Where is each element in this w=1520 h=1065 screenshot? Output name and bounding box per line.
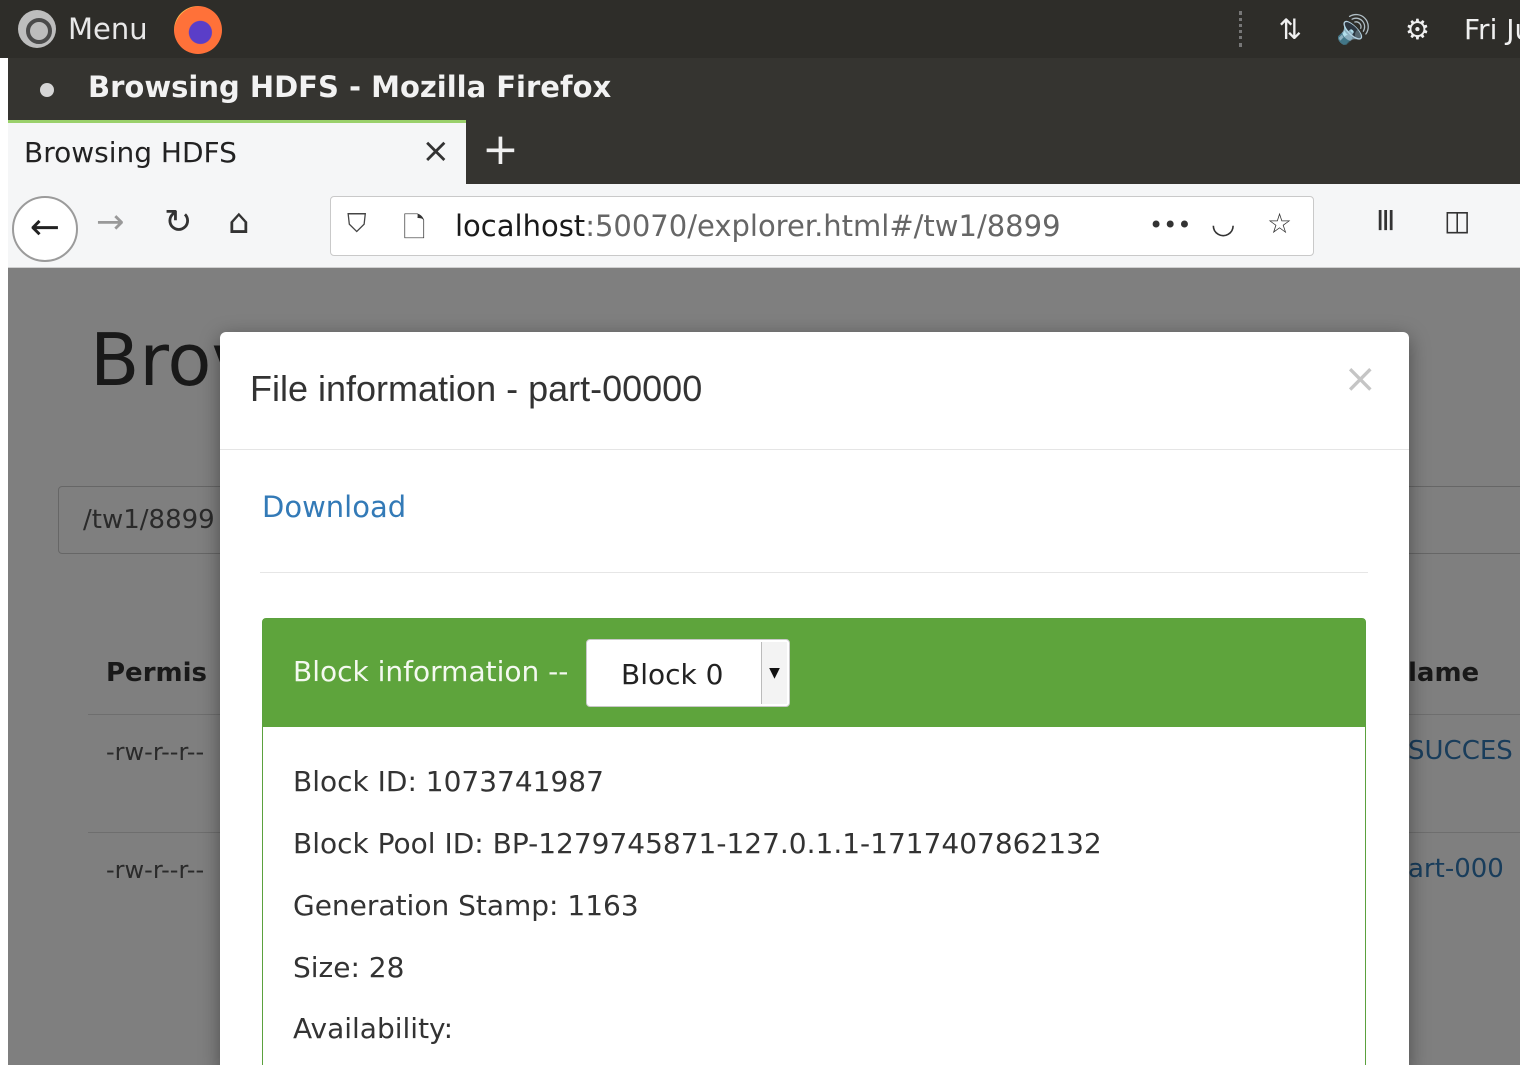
block-size: Size: 28 [293,951,405,984]
block-panel-label: Block information -- [293,655,569,688]
reload-button[interactable]: ↻ [164,202,193,242]
generation-stamp: Generation Stamp: 1163 [293,889,639,922]
tab-close-icon[interactable]: × [422,131,451,171]
system-indicators: ⇅ 🔊 ⚙ Fri Jun [1238,0,1520,58]
window-menu-dot-icon[interactable] [40,83,54,97]
url-path: :50070/explorer.html#/tw1/8899 [585,209,1061,243]
tab-browsing-hdfs[interactable]: Browsing HDFS × [8,120,466,184]
block-information-panel: Block information -- Block 0 ▼ Block ID:… [262,618,1366,1065]
url-text[interactable]: localhost:50070/explorer.html#/tw1/8899 [455,209,1061,243]
network-icon[interactable]: ⇅ [1279,13,1302,46]
sidebar-icon[interactable]: ◫ [1444,204,1470,237]
clock[interactable]: Fri Jun [1464,13,1520,46]
block-select-value: Block 0 [621,658,724,691]
tracking-shield-icon[interactable]: ⛉ [347,209,367,240]
window-title-bar: Browsing HDFS - Mozilla Firefox [8,58,1520,120]
forward-button[interactable]: → [96,202,125,242]
download-link[interactable]: Download [262,490,406,524]
home-button[interactable]: ⌂ [228,202,250,242]
url-bar[interactable]: ⛉ 🗋 localhost:50070/explorer.html#/tw1/8… [330,196,1314,256]
navigation-toolbar: ← → ↻ ⌂ ⛉ 🗋 localhost:50070/explorer.htm… [8,184,1520,268]
block-panel-header: Block information -- Block 0 ▼ [263,619,1365,727]
back-button[interactable]: ← [12,196,78,262]
pocket-icon[interactable]: ◡ [1211,207,1235,240]
new-tab-button[interactable]: + [482,122,519,178]
modal-divider [260,572,1368,573]
bookmark-star-icon[interactable]: ☆ [1267,207,1292,240]
availability-label: Availability: [293,1012,454,1045]
system-menu-button[interactable]: Menu [18,8,148,50]
page-actions-icon[interactable]: ••• [1149,211,1191,239]
block-id: Block ID: 1073741987 [293,765,604,798]
system-menu-label: Menu [68,12,148,46]
modal-close-icon[interactable]: × [1343,356,1377,402]
window-title: Browsing HDFS - Mozilla Firefox [88,70,612,104]
library-icon[interactable]: Ⅲ [1376,204,1395,237]
system-top-panel: Menu ⇅ 🔊 ⚙ Fri Jun [0,0,1520,58]
volume-icon[interactable]: 🔊 [1336,13,1371,46]
indicator-separator [1238,11,1245,47]
tab-title: Browsing HDFS [24,136,237,169]
modal-header: File information - part-00000 × [220,332,1409,450]
page-info-icon[interactable]: 🗋 [403,207,426,255]
settings-gear-icon[interactable]: ⚙ [1405,13,1430,46]
url-host: localhost [455,209,586,243]
tab-strip: Browsing HDFS × + [8,120,1520,184]
ubuntu-logo-icon [18,10,56,48]
dropdown-arrow-icon[interactable]: ▼ [761,642,787,704]
file-information-modal: File information - part-00000 × Download… [220,332,1409,1065]
modal-title: File information - part-00000 [250,368,703,409]
block-pool-id: Block Pool ID: BP-1279745871-127.0.1.1-1… [293,827,1102,860]
firefox-launcher-icon[interactable] [174,6,222,54]
block-select[interactable]: Block 0 ▼ [586,639,790,707]
